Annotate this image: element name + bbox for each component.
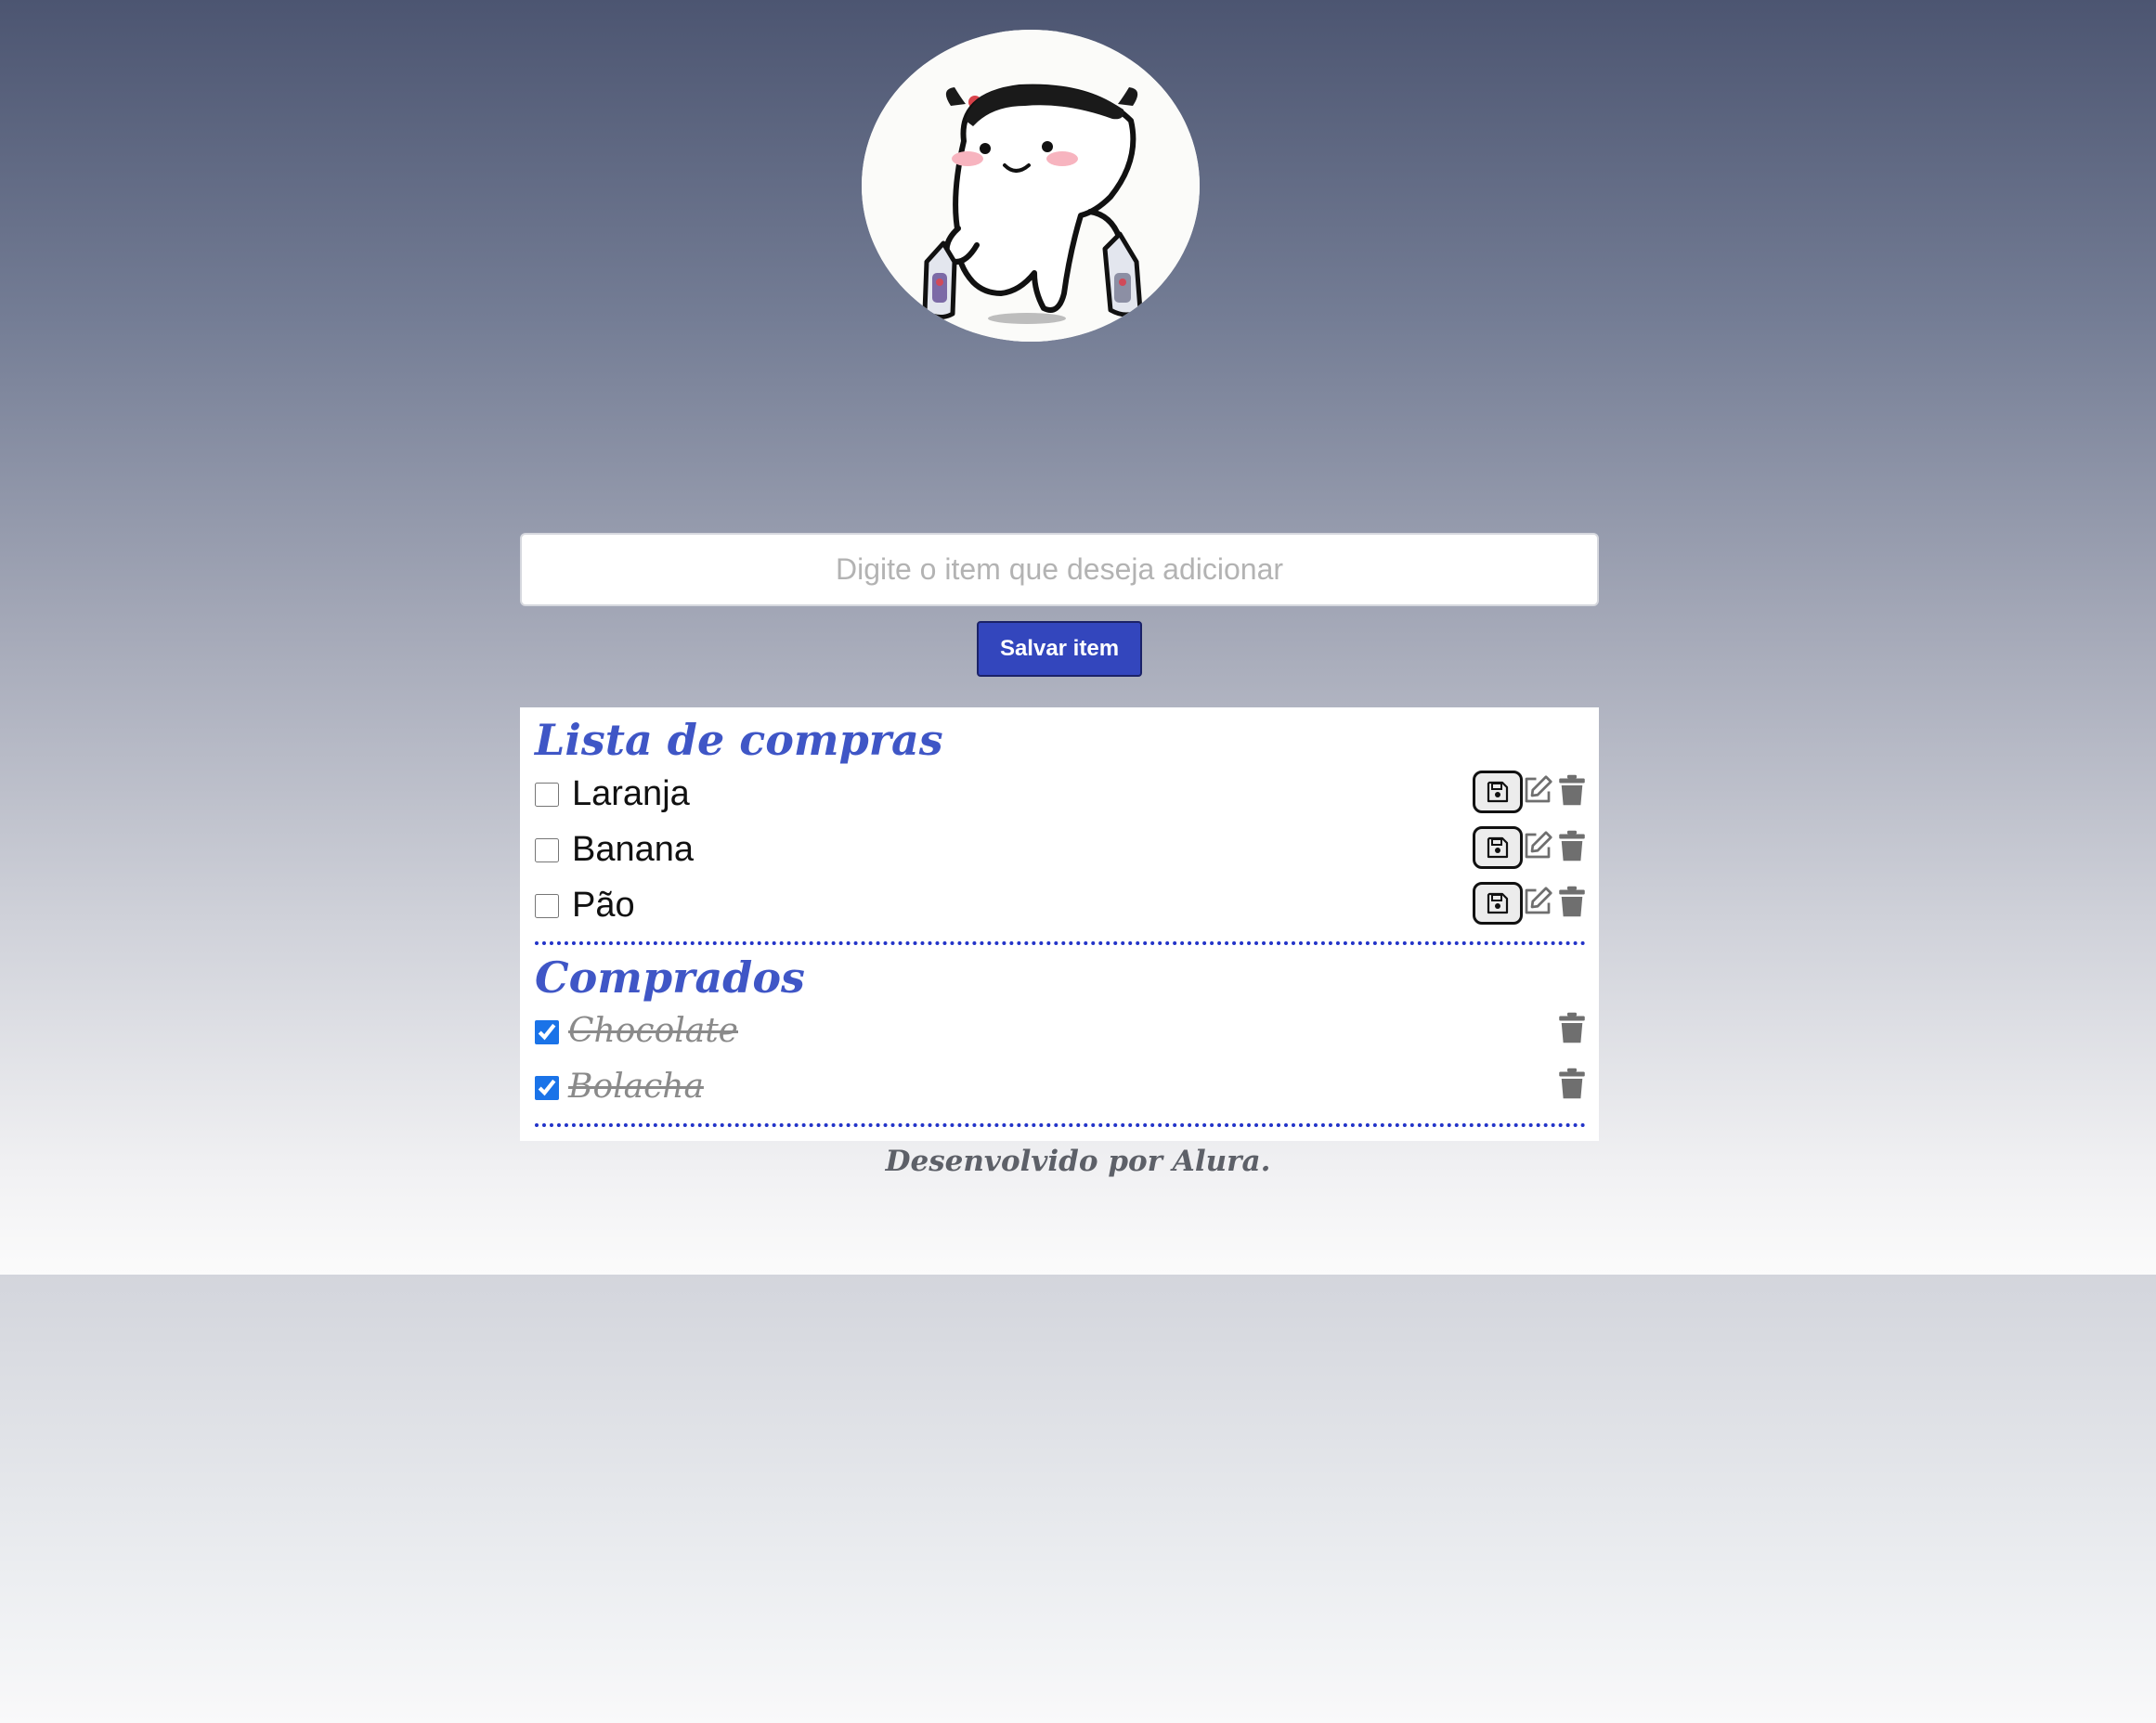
trash-icon: [1559, 830, 1585, 862]
trash-icon: [1559, 1012, 1585, 1043]
trash-icon: [1559, 1068, 1585, 1099]
edit-button[interactable]: [1521, 884, 1554, 919]
item-checkbox[interactable]: [535, 894, 559, 918]
save-edit-button[interactable]: [1473, 771, 1523, 813]
edit-button[interactable]: [1521, 828, 1554, 863]
save-edit-button[interactable]: [1473, 882, 1523, 925]
save-item-button[interactable]: Salvar item: [977, 621, 1142, 677]
floppy-disk-icon: [1487, 892, 1509, 914]
footer-credit: Desenvolvido por Alura.: [885, 1145, 1271, 1178]
list-item: Banana: [535, 824, 1586, 873]
item-checkbox[interactable]: [535, 1076, 559, 1100]
shopping-girl-illustration: [862, 30, 1200, 342]
delete-button[interactable]: [1558, 884, 1586, 919]
item-label: Pão: [572, 886, 635, 925]
delete-button[interactable]: [1558, 772, 1586, 808]
pencil-square-icon: [1525, 775, 1552, 803]
item-label: Laranja: [572, 774, 690, 813]
pencil-square-icon: [1525, 887, 1552, 914]
item-input[interactable]: [520, 533, 1599, 606]
list-item: Laranja: [535, 769, 1586, 817]
pending-divider: [535, 941, 1586, 945]
bought-section-title: Comprados: [535, 952, 805, 1003]
save-edit-button[interactable]: [1473, 826, 1523, 869]
item-label: Banana: [572, 830, 695, 869]
trash-icon: [1559, 886, 1585, 917]
item-label: Chocolate: [568, 1012, 738, 1050]
list-item: Chocolate: [535, 1006, 1586, 1055]
shopping-list-card: Lista de compras Laranja Banana Pão Comp…: [520, 707, 1599, 1141]
floppy-disk-icon: [1487, 781, 1509, 803]
item-checkbox[interactable]: [535, 838, 559, 862]
pending-section-title: Lista de compras: [535, 715, 943, 765]
item-checkbox[interactable]: [535, 1020, 559, 1044]
trash-icon: [1559, 774, 1585, 806]
edit-button[interactable]: [1521, 772, 1554, 808]
list-item: Bolacha: [535, 1062, 1586, 1110]
delete-button[interactable]: [1558, 1066, 1586, 1101]
pencil-square-icon: [1525, 831, 1552, 859]
delete-button[interactable]: [1558, 828, 1586, 863]
avatar-illustration: [862, 30, 1200, 342]
item-label: Bolacha: [568, 1068, 704, 1106]
delete-button[interactable]: [1558, 1010, 1586, 1045]
bought-divider: [535, 1123, 1586, 1127]
list-item: Pão: [535, 880, 1586, 928]
floppy-disk-icon: [1487, 836, 1509, 859]
item-checkbox[interactable]: [535, 783, 559, 807]
